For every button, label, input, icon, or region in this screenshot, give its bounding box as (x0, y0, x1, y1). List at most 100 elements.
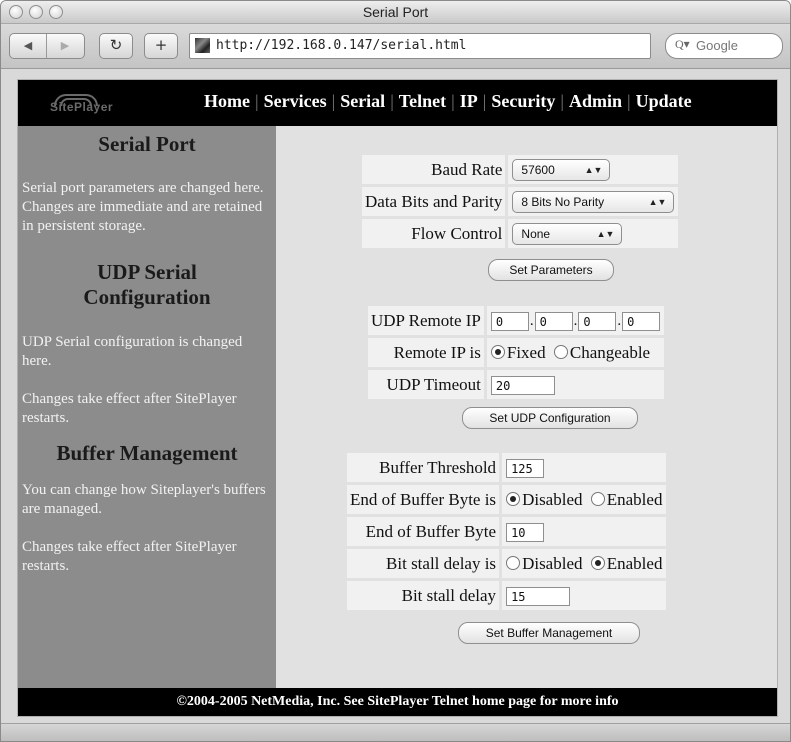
bit-stall-delay-label: Bit stall delay (347, 581, 503, 613)
end-of-buffer-byte-input[interactable]: 10 (506, 522, 545, 542)
data-bits-parity-select[interactable]: 8 Bits No Parity ▲▼ (512, 190, 675, 213)
table-row: Flow Control None ▲▼ (362, 219, 679, 251)
nav-security[interactable]: Security (491, 91, 555, 111)
bit-stall-delay-cell: 15 (502, 581, 667, 613)
flow-control-select[interactable]: None ▲▼ (512, 222, 623, 245)
nav-separator: | (451, 91, 455, 111)
fixed-radio[interactable] (490, 344, 505, 359)
browser-toolbar: ◀ ▶ ↻ + http://192.168.0.147/serial.html… (1, 24, 790, 69)
window-title: Serial Port (362, 4, 429, 20)
status-bar (1, 723, 790, 741)
sidebar: Serial Port Serial port parameters are c… (18, 126, 276, 688)
forward-arrow-icon[interactable]: ▶ (47, 34, 83, 58)
ip-octet-4-input[interactable]: 0 (622, 311, 661, 331)
eob-disabled-radio[interactable] (506, 491, 521, 506)
search-icon[interactable]: Q▾ (675, 37, 690, 52)
stall-enabled-label: Enabled (606, 553, 663, 573)
back-arrow-icon[interactable]: ◀ (10, 34, 47, 58)
flow-control-cell: None ▲▼ (508, 219, 679, 251)
table-row: Bit stall delay 15 (347, 581, 667, 613)
nav-separator: | (626, 91, 631, 111)
select-arrows-icon: ▲▼ (596, 228, 615, 239)
search-field[interactable]: Q▾ Google (665, 33, 783, 59)
remote-ip-is-label: Remote IP is (368, 338, 487, 370)
table-row: UDP Remote IP 0.0.0.0 (368, 306, 665, 338)
ip-octet-2-input[interactable]: 0 (534, 311, 573, 331)
bit-stall-mode-cell: Disabled Enabled (502, 549, 667, 581)
flow-control-value: None (521, 226, 551, 241)
table-row: Baud Rate 57600 ▲▼ (362, 155, 679, 187)
nav-ip[interactable]: IP (460, 91, 478, 111)
data-bits-parity-label: Data Bits and Parity (362, 187, 509, 219)
set-buffer-management-button[interactable]: Set Buffer Management (458, 622, 640, 644)
changeable-radio-label: Changeable (569, 342, 651, 362)
ip-octet-1-input[interactable]: 0 (490, 311, 529, 331)
udp-timeout-input[interactable]: 20 (490, 375, 555, 395)
bit-stall-delay-is-label: Bit stall delay is (347, 549, 503, 581)
buffer-management-note: Changes take effect after SitePlayer res… (22, 539, 237, 574)
add-bookmark-button[interactable]: + (144, 33, 178, 59)
set-udp-configuration-button[interactable]: Set UDP Configuration (462, 407, 638, 429)
nav-admin[interactable]: Admin (569, 91, 622, 111)
buffer-threshold-label: Buffer Threshold (347, 453, 503, 485)
table-row: End of Buffer Byte is Disabled Enabled (347, 485, 667, 517)
nav-menu: Home | Services | Serial | Telnet | IP | Security |… (204, 91, 692, 112)
nav-telnet[interactable]: Telnet (399, 91, 446, 111)
stall-disabled-radio[interactable] (506, 555, 521, 570)
baud-rate-cell: 57600 ▲▼ (508, 155, 679, 187)
end-of-buffer-byte-cell: 10 (502, 517, 667, 549)
search-placeholder: Google (696, 38, 738, 53)
nav-serial[interactable]: Serial (340, 91, 385, 111)
page-footer: ©2004-2005 NetMedia, Inc. See SitePlayer… (18, 688, 777, 716)
changeable-radio[interactable] (553, 344, 568, 359)
udp-remote-ip-cell: 0.0.0.0 (486, 306, 665, 338)
table-row: UDP Timeout 20 (368, 370, 665, 402)
stall-enabled-radio[interactable] (590, 555, 605, 570)
eob-enabled-label: Enabled (606, 489, 663, 509)
eob-enabled-radio[interactable] (590, 491, 605, 506)
nav-separator: | (254, 91, 259, 111)
set-parameters-button[interactable]: Set Parameters (488, 259, 614, 281)
udp-timeout-label: UDP Timeout (368, 370, 487, 402)
serial-port-heading: Serial Port (98, 132, 196, 156)
nav-separator: | (390, 91, 394, 111)
settings-panel: Baud Rate 57600 ▲▼ Data Bits and Parity 8… (276, 126, 777, 688)
data-bits-parity-value: 8 Bits No Parity (521, 194, 605, 209)
ip-octet-3-input[interactable]: 0 (578, 311, 617, 331)
baud-rate-select[interactable]: 57600 ▲▼ (512, 158, 611, 181)
buffer-management-table: Buffer Threshold 125 End of Buffer Byte … (347, 453, 667, 613)
siteplayer-logo[interactable]: SitePlayer (32, 94, 132, 118)
baud-rate-value: 57600 (521, 162, 555, 177)
browser-window: Serial Port ◀ ▶ ↻ + http://192.168.0.147… (0, 0, 791, 742)
nav-services[interactable]: Services (264, 91, 327, 111)
nav-separator: | (560, 91, 564, 111)
back-forward-buttons: ◀ ▶ (9, 33, 85, 59)
end-of-buffer-byte-is-label: End of Buffer Byte is (347, 485, 503, 517)
page-content: SitePlayer Home | Services | Serial | Telnet | I… (17, 79, 778, 717)
udp-serial-description: UDP Serial configuration is changed here… (22, 334, 243, 369)
table-row: Remote IP is Fixed Changeable (368, 338, 665, 370)
buffer-threshold-cell: 125 (502, 453, 667, 485)
reload-arrow-icon: ↻ (109, 36, 123, 54)
favicon-icon (195, 38, 210, 53)
address-bar[interactable]: http://192.168.0.147/serial.html ↻ ▴ (189, 33, 651, 59)
serial-port-description: Serial port parameters are changed here.… (22, 180, 264, 234)
logo-text: SitePlayer (50, 100, 114, 114)
udp-timeout-cell: 20 (486, 370, 665, 402)
buffer-management-description: You can change how Siteplayer's buffers … (22, 482, 266, 517)
remote-ip-mode-cell: Fixed Changeable (486, 338, 665, 370)
flow-control-label: Flow Control (362, 219, 509, 251)
address-text[interactable]: http://192.168.0.147/serial.html (216, 38, 466, 53)
buffer-threshold-input[interactable]: 125 (506, 458, 545, 478)
udp-serial-note: Changes take effect after SitePlayer res… (22, 391, 237, 426)
select-arrows-icon: ▲▼ (648, 196, 667, 207)
table-row: Buffer Threshold 125 (347, 453, 667, 485)
title-bar: Serial Port (1, 1, 790, 24)
bit-stall-delay-input[interactable]: 15 (506, 586, 571, 606)
reload-button[interactable]: ↻ (99, 33, 133, 59)
nav-update[interactable]: Update (636, 91, 692, 111)
nav-home[interactable]: Home (204, 91, 250, 111)
ip-separator: . (617, 313, 622, 330)
end-of-buffer-mode-cell: Disabled Enabled (502, 485, 667, 517)
nav-separator: | (482, 91, 487, 111)
